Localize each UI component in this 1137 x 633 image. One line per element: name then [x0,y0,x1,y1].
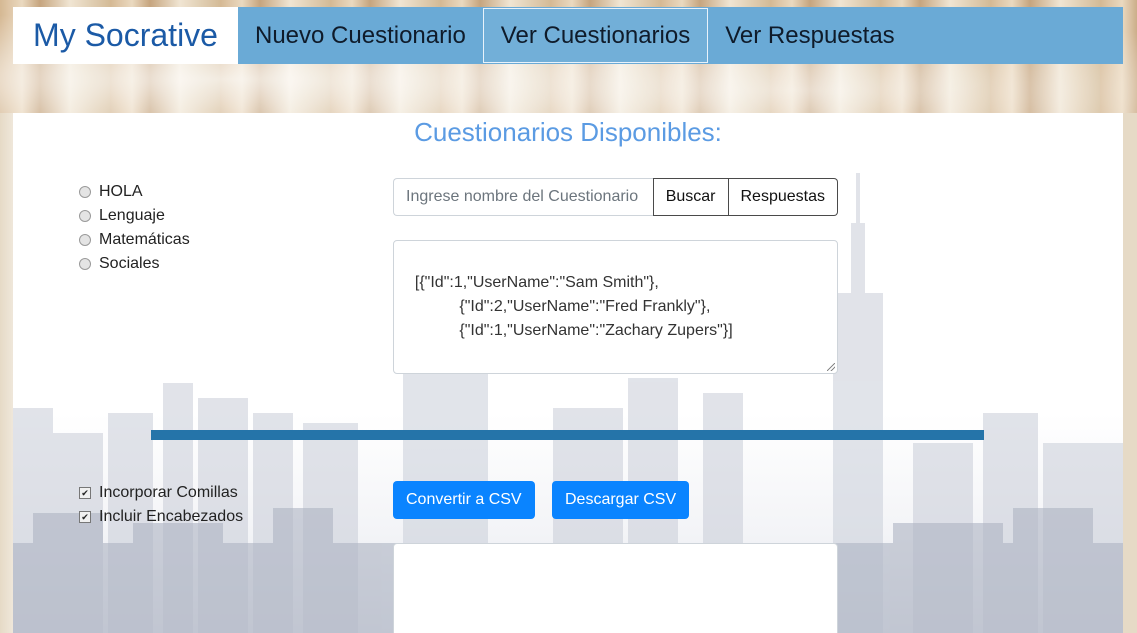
checkbox-checked-icon[interactable]: ✔ [79,511,91,523]
radio-label: Sociales [99,255,160,272]
quiz-option-matematicas[interactable]: Matemáticas [79,228,190,252]
search-group: Buscar Respuestas [393,178,838,216]
quiz-option-sociales[interactable]: Sociales [79,252,190,276]
radio-button[interactable] [79,258,91,270]
radio-label: HOLA [99,183,143,200]
checkbox-checked-icon[interactable]: ✔ [79,487,91,499]
section-divider [151,430,984,440]
json-input-textarea[interactable]: [{"Id":1,"UserName":"Sam Smith"}, {"Id":… [393,240,838,374]
csv-options: ✔ Incorporar Comillas ✔ Incluir Encabeza… [79,481,243,529]
top-navbar: My Socrative Nuevo Cuestionario Ver Cues… [13,7,1123,64]
quiz-name-input[interactable] [393,178,653,216]
checkbox-label: Incorporar Comillas [99,484,238,501]
nav-ver-cuestionarios[interactable]: Ver Cuestionarios [482,8,709,63]
quiz-option-hola[interactable]: HOLA [79,180,190,204]
quiz-radio-list: HOLA Lenguaje Matemáticas Sociales [79,180,190,276]
nav-nuevo-cuestionario[interactable]: Nuevo Cuestionario [238,7,483,64]
convert-csv-button[interactable]: Convertir a CSV [393,481,535,519]
resize-grip-icon[interactable] [827,363,835,371]
csv-output-textarea[interactable] [393,543,838,633]
option-headers[interactable]: ✔ Incluir Encabezados [79,505,243,529]
checkbox-label: Incluir Encabezados [99,508,244,525]
nav-ver-respuestas[interactable]: Ver Respuestas [708,7,911,64]
json-input-text: [{"Id":1,"UserName":"Sam Smith"}, {"Id":… [414,274,733,339]
download-csv-button[interactable]: Descargar CSV [552,481,690,519]
search-button[interactable]: Buscar [652,178,729,216]
radio-label: Matemáticas [99,231,190,248]
brand-logo[interactable]: My Socrative [13,7,238,64]
option-quotes[interactable]: ✔ Incorporar Comillas [79,481,243,505]
radio-button[interactable] [79,210,91,222]
radio-button[interactable] [79,186,91,198]
radio-button[interactable] [79,234,91,246]
page-title: Cuestionarios Disponibles: [414,117,722,147]
quiz-option-lenguaje[interactable]: Lenguaje [79,204,190,228]
answers-button[interactable]: Respuestas [728,178,838,216]
radio-label: Lenguaje [99,207,165,224]
